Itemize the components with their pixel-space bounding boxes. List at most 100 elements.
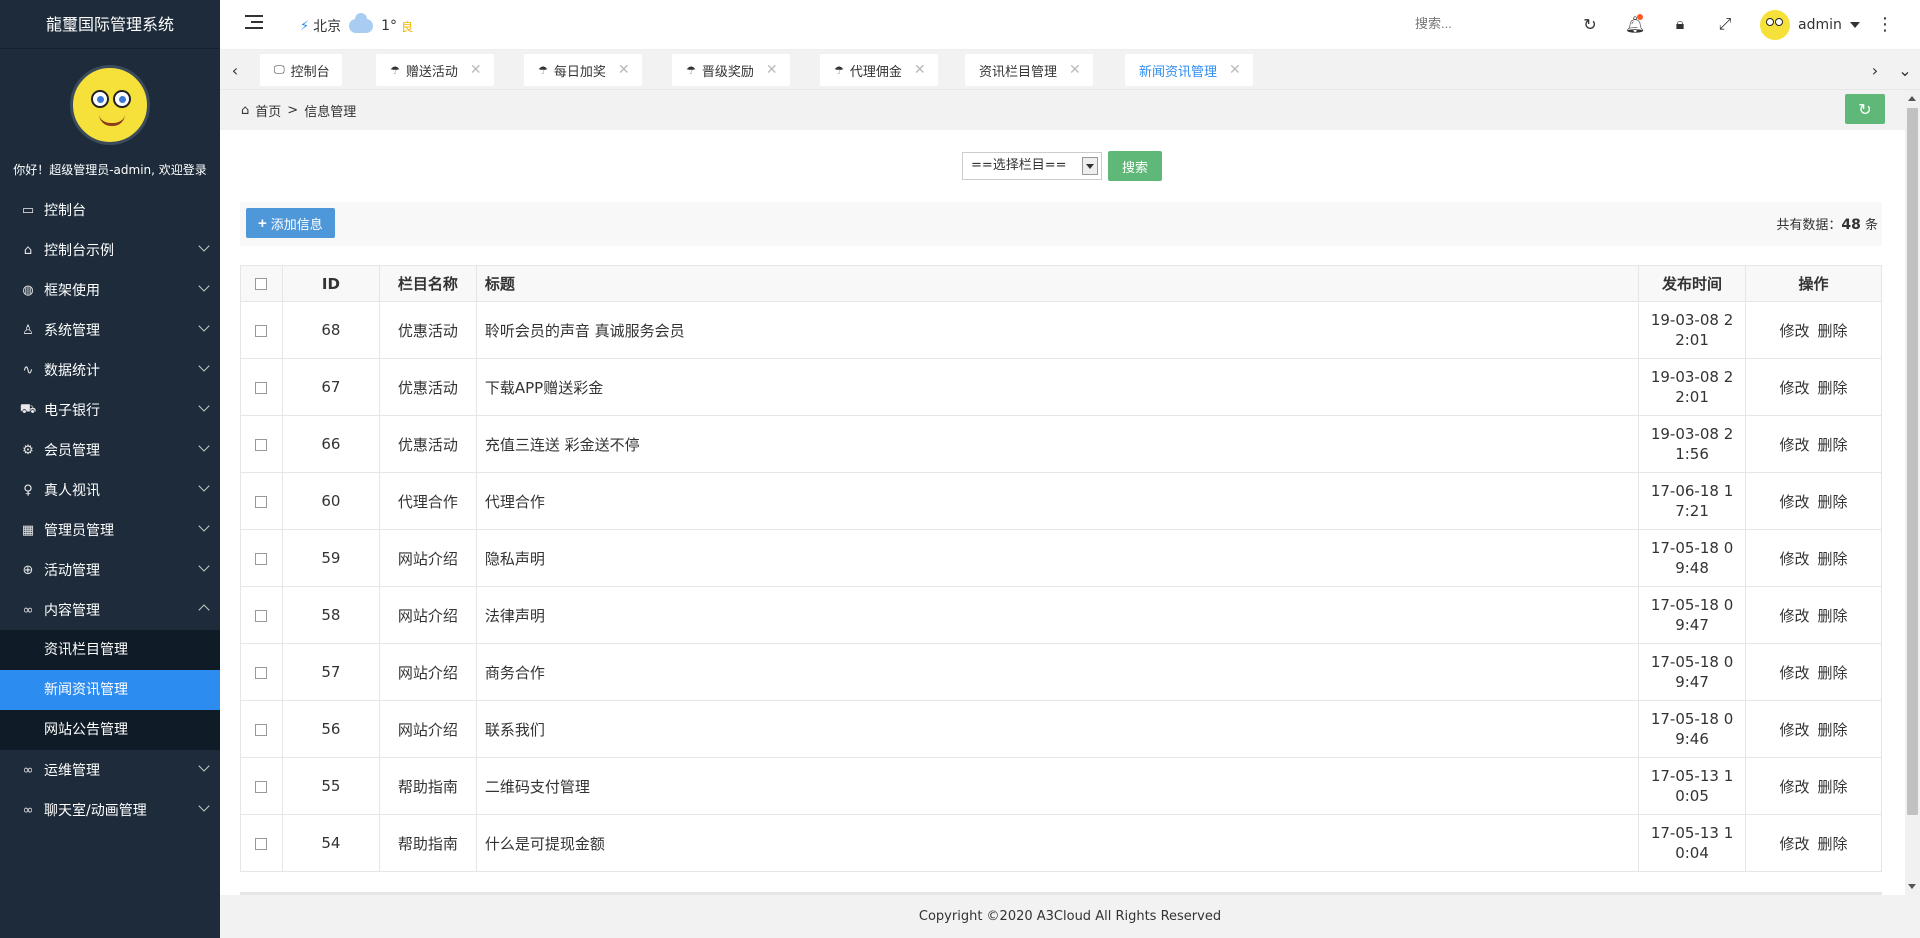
delete-link[interactable]: 删除 (1818, 778, 1848, 796)
submenu-item[interactable]: 网站公告管理 (0, 710, 220, 750)
tab-1[interactable]: ☂︎ 赠送活动 ✕ (376, 54, 494, 86)
edit-link[interactable]: 修改 (1779, 436, 1809, 454)
lock-icon[interactable]: 🔒︎ (1670, 14, 1690, 34)
refresh-icon[interactable]: ↻ (1580, 14, 1600, 34)
row-checkbox[interactable] (255, 438, 268, 451)
edit-link[interactable]: 修改 (1779, 721, 1809, 739)
cell-category: 网站介绍 (378, 529, 477, 587)
delete-link[interactable]: 删除 (1818, 322, 1848, 340)
delete-link[interactable]: 删除 (1818, 664, 1848, 682)
table-row: 58 网站介绍 法律声明 17-05-18 0 9:47 修改 删除 (240, 586, 1882, 644)
tab-scroll-left-icon[interactable]: ‹ (220, 50, 250, 90)
cell-ops: 修改 删除 (1745, 586, 1882, 644)
sidebar-item-label: 真人视讯 (44, 483, 100, 499)
edit-link[interactable]: 修改 (1779, 379, 1809, 397)
sidebar-item-2[interactable]: ◍ 框架使用 (0, 270, 220, 310)
edit-link[interactable]: 修改 (1779, 664, 1809, 682)
avatar[interactable] (70, 65, 150, 145)
cell-category: 优惠活动 (378, 358, 477, 416)
sidebar-item-10[interactable]: ∞ 内容管理 (0, 590, 220, 630)
vertical-scrollbar[interactable] (1905, 90, 1920, 895)
umbrella-icon: ☂︎ (390, 63, 400, 77)
select-all-checkbox[interactable] (255, 278, 268, 290)
search-button[interactable]: 搜索 (1108, 151, 1162, 181)
edit-link[interactable]: 修改 (1779, 835, 1809, 853)
menu-toggle-icon[interactable] (245, 15, 263, 31)
cell-ops: 修改 删除 (1745, 757, 1882, 815)
tab-5[interactable]: 资讯栏目管理 ✕ (965, 54, 1093, 86)
scroll-down-icon[interactable] (1908, 884, 1916, 889)
delete-link[interactable]: 删除 (1818, 550, 1848, 568)
edit-link[interactable]: 修改 (1779, 607, 1809, 625)
row-checkbox[interactable] (255, 837, 268, 850)
sidebar-item-4[interactable]: ∿ 数据统计 (0, 350, 220, 390)
category-select[interactable]: ==选择栏目== (962, 152, 1102, 180)
edit-link[interactable]: 修改 (1779, 493, 1809, 511)
search-input[interactable] (1415, 16, 1535, 31)
close-icon[interactable]: ✕ (470, 62, 482, 78)
cell-time: 17-05-18 0 9:47 (1638, 586, 1747, 644)
tab-0[interactable]: 🖵︎ 控制台 (260, 54, 342, 86)
tab-label: 代理佣金 (849, 64, 902, 80)
car-icon: ⛟ (19, 401, 37, 417)
sidebar-item-label: 内容管理 (44, 603, 100, 619)
sidebar-item-0[interactable]: ▭ 控制台 (0, 190, 220, 230)
cell-time: 17-05-13 1 0:04 (1638, 814, 1747, 872)
sidebar-item-label: 控制台 (44, 203, 86, 219)
sidebar-item-b0[interactable]: ∞ 运维管理 (0, 750, 220, 790)
delete-link[interactable]: 删除 (1818, 436, 1848, 454)
row-checkbox[interactable] (255, 780, 268, 793)
more-vertical-icon[interactable]: ⋮ (1876, 14, 1894, 35)
close-icon[interactable]: ✕ (1229, 62, 1241, 78)
edit-link[interactable]: 修改 (1779, 778, 1809, 796)
tab-2[interactable]: ☂︎ 每日加奖 ✕ (524, 54, 642, 86)
reload-button[interactable]: ↻ (1845, 94, 1885, 124)
table-toolbar: + 添加信息 共有数据：48 条 (240, 202, 1882, 246)
fullscreen-icon[interactable]: ⤢ (1715, 14, 1735, 34)
sidebar-item-5[interactable]: ⛟ 电子银行 (0, 390, 220, 430)
row-checkbox[interactable] (255, 495, 268, 508)
delete-link[interactable]: 删除 (1818, 379, 1848, 397)
delete-link[interactable]: 删除 (1818, 493, 1848, 511)
edit-link[interactable]: 修改 (1779, 550, 1809, 568)
row-checkbox[interactable] (255, 609, 268, 622)
user-menu[interactable]: admin (1760, 10, 1860, 40)
sidebar-item-9[interactable]: ⊕ 活动管理 (0, 550, 220, 590)
chevron-down-icon (198, 440, 210, 452)
bell-icon[interactable]: 🔔︎ (1625, 14, 1645, 34)
row-checkbox[interactable] (255, 723, 268, 736)
edit-link[interactable]: 修改 (1779, 322, 1809, 340)
tab-4[interactable]: ☂︎ 代理佣金 ✕ (820, 54, 938, 86)
close-icon[interactable]: ✕ (1069, 62, 1081, 78)
close-icon[interactable]: ✕ (618, 62, 630, 78)
submenu-item[interactable]: 新闻资讯管理 (0, 670, 220, 710)
tab-menu-chevron-icon[interactable]: ⌄ (1890, 50, 1920, 90)
scrollbar-thumb[interactable] (1907, 108, 1918, 815)
sidebar-item-1[interactable]: ⌂ 控制台示例 (0, 230, 220, 270)
row-checkbox[interactable] (255, 666, 268, 679)
tab-3[interactable]: ☂︎ 晋级奖励 ✕ (672, 54, 790, 86)
sidebar-item-b1[interactable]: ∞ 聊天室/动画管理 (0, 790, 220, 830)
cell-category: 网站介绍 (378, 643, 477, 701)
row-checkbox[interactable] (255, 324, 268, 337)
delete-link[interactable]: 删除 (1818, 607, 1848, 625)
delete-link[interactable]: 删除 (1818, 835, 1848, 853)
row-checkbox[interactable] (255, 381, 268, 394)
tab-label: 晋级奖励 (701, 64, 754, 80)
sidebar-item-7[interactable]: ♀ 真人视讯 (0, 470, 220, 510)
sidebar-item-6[interactable]: ⚙ 会员管理 (0, 430, 220, 470)
delete-link[interactable]: 删除 (1818, 721, 1848, 739)
cell-time: 17-05-18 0 9:47 (1638, 643, 1747, 701)
breadcrumb-home[interactable]: 首页 (255, 101, 281, 120)
tab-6[interactable]: 新闻资讯管理 ✕ (1125, 54, 1253, 86)
tab-scroll-right-icon[interactable]: › (1860, 50, 1890, 90)
breadcrumb-separator: > (287, 103, 299, 118)
row-checkbox[interactable] (255, 552, 268, 565)
sidebar-item-3[interactable]: ♙ 系统管理 (0, 310, 220, 350)
close-icon[interactable]: ✕ (914, 62, 926, 78)
sidebar-item-8[interactable]: ▦ 管理员管理 (0, 510, 220, 550)
submenu-item[interactable]: 资讯栏目管理 (0, 630, 220, 670)
close-icon[interactable]: ✕ (766, 62, 778, 78)
scroll-up-icon[interactable] (1908, 96, 1916, 101)
add-info-button[interactable]: + 添加信息 (246, 208, 335, 238)
